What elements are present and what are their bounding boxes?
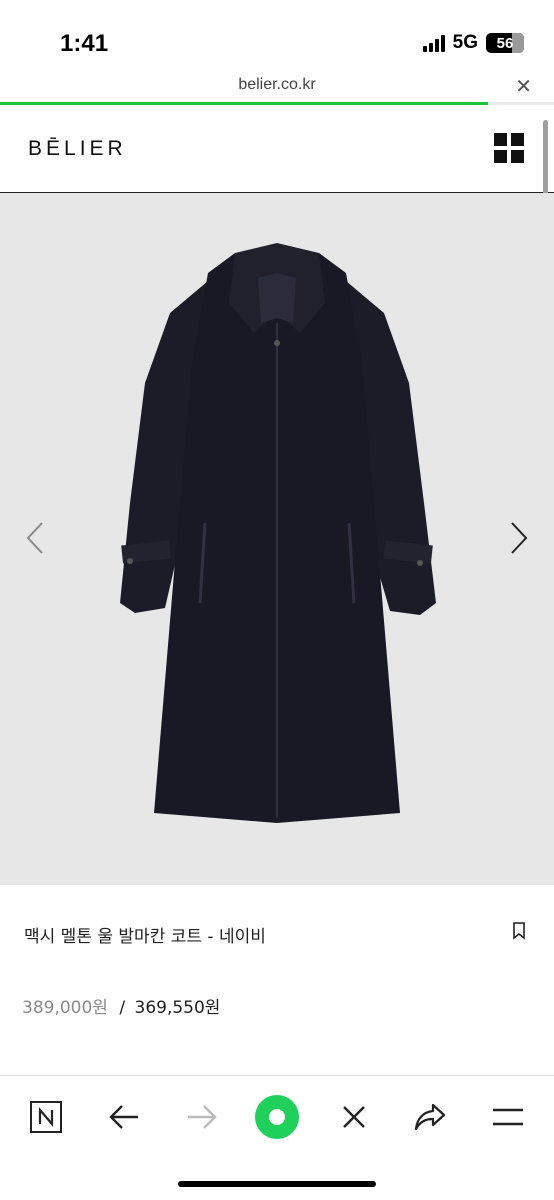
chevron-right-icon[interactable] [502,518,532,558]
sale-price: 369,550원 [134,998,221,1018]
close-icon[interactable]: ✕ [515,74,532,99]
product-name: 맥시 멜톤 울 발마칸 코트 - 네이비 [24,927,266,947]
site-logo[interactable]: BĒLIER [28,137,127,161]
product-image[interactable] [0,193,554,885]
price-row: 389,000원 / 369,550원 [22,993,220,1018]
back-arrow-icon[interactable] [100,1094,148,1140]
network-type: 5G [452,32,478,53]
grid-menu-icon[interactable] [494,133,524,163]
status-indicators: 5G 56 [422,32,524,54]
signal-icon [422,34,445,52]
coat-image [120,243,436,823]
site-header: BĒLIER [0,105,554,193]
battery-icon: 56 [486,33,524,53]
naver-home-icon[interactable] [22,1094,70,1140]
url-text[interactable]: belier.co.kr [0,76,554,94]
menu-icon[interactable] [484,1094,532,1140]
chevron-left-icon[interactable] [22,518,52,558]
status-bar: 1:41 5G 56 [0,0,554,70]
share-icon[interactable] [406,1094,454,1140]
close-icon[interactable] [330,1094,378,1140]
forward-arrow-icon[interactable] [178,1094,226,1140]
original-price: 389,000원 [22,998,108,1018]
url-bar[interactable]: belier.co.kr ✕ [0,70,554,104]
home-indicator [178,1181,376,1187]
status-time: 1:41 [60,30,109,57]
green-dot-icon[interactable] [253,1094,301,1140]
price-separator: / [119,998,126,1018]
battery-level: 56 [496,34,514,52]
bookmark-icon[interactable] [512,922,526,940]
